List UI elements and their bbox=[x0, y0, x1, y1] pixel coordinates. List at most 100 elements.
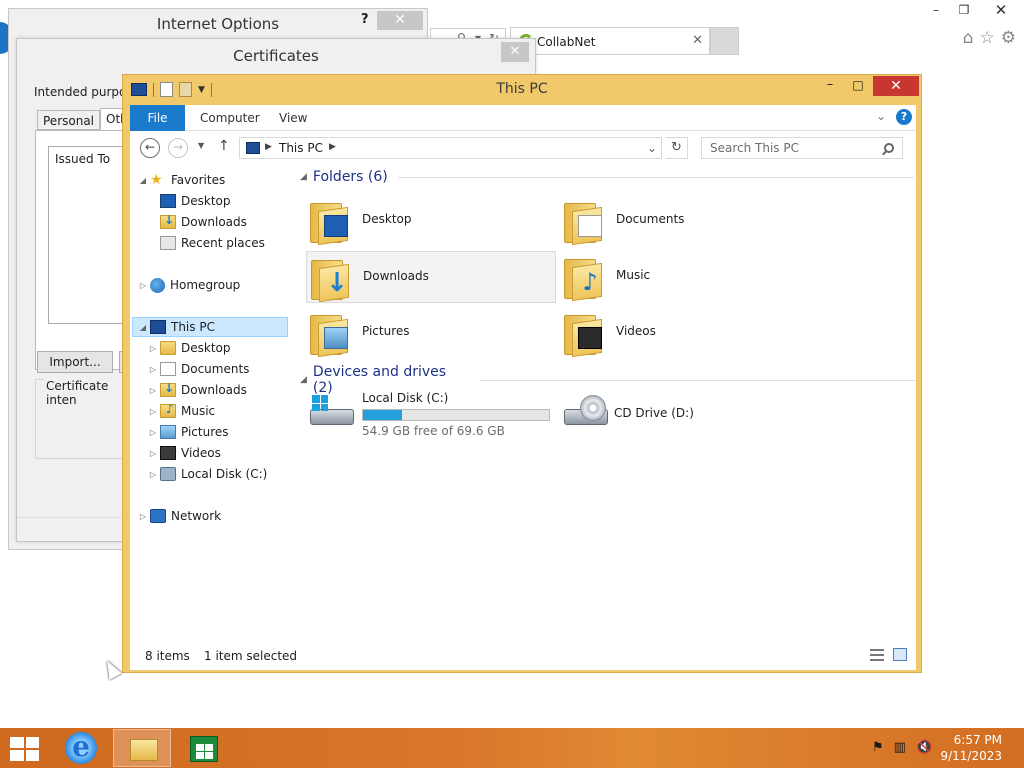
taskbar-file-explorer[interactable] bbox=[113, 729, 171, 767]
explorer-close-button[interactable]: ✕ bbox=[873, 76, 919, 96]
expand-icon[interactable]: ▷ bbox=[138, 281, 148, 290]
explorer-maximize-button[interactable]: □ bbox=[847, 78, 869, 96]
action-center-flag-icon[interactable]: ⚑ bbox=[872, 740, 884, 755]
back-button[interactable]: ← bbox=[140, 138, 160, 158]
address-dropdown-icon[interactable]: ⌄ bbox=[647, 141, 657, 155]
collapse-icon[interactable]: ◢ bbox=[138, 323, 148, 332]
clock-date: 9/11/2023 bbox=[940, 749, 1002, 763]
star-icon[interactable]: ☆ bbox=[980, 28, 995, 48]
folder-tile-documents[interactable]: Documents bbox=[560, 195, 810, 247]
home-icon[interactable]: ⌂ bbox=[963, 28, 974, 48]
help-icon[interactable]: ? bbox=[896, 109, 912, 125]
browser-close-button[interactable]: ✕ bbox=[978, 0, 1024, 20]
drive-tile-local-disk[interactable]: Local Disk (C:) 54.9 GB free of 69.6 GB bbox=[306, 389, 556, 439]
tab-close-icon[interactable]: ✕ bbox=[692, 33, 703, 48]
search-icon[interactable] bbox=[884, 143, 894, 153]
divider bbox=[17, 517, 137, 518]
collapse-icon[interactable]: ◢ bbox=[300, 172, 307, 182]
nav-item-pc-videos[interactable]: ▷ Videos bbox=[148, 443, 221, 463]
expand-icon[interactable]: ▷ bbox=[148, 386, 158, 395]
browser-restore-button[interactable]: ❐ bbox=[950, 0, 978, 20]
expand-ribbon-icon[interactable]: ⌄ bbox=[876, 109, 886, 123]
explorer-minimize-button[interactable]: – bbox=[819, 78, 841, 95]
nav-item-pc-desktop[interactable]: ▷ Desktop bbox=[148, 338, 231, 358]
browser-tab-label: CollabNet bbox=[537, 35, 596, 49]
nav-label: Music bbox=[181, 404, 216, 418]
expand-icon[interactable]: ▷ bbox=[148, 449, 158, 458]
nav-label: Desktop bbox=[181, 194, 231, 208]
folder-tile-pictures[interactable]: Pictures bbox=[306, 307, 556, 359]
volume-muted-icon[interactable]: 🔇 bbox=[916, 740, 932, 755]
refresh-button[interactable]: ↻ bbox=[666, 137, 688, 159]
nav-item-downloads[interactable]: Downloads bbox=[160, 212, 247, 232]
explorer-titlebar[interactable]: ▼ This PC – □ ✕ bbox=[123, 75, 921, 103]
nav-item-network[interactable]: ▷ Network bbox=[138, 506, 221, 526]
expand-icon[interactable]: ▷ bbox=[138, 512, 148, 521]
local-disk-icon bbox=[160, 467, 176, 481]
expand-icon[interactable]: ▷ bbox=[148, 407, 158, 416]
forward-button[interactable]: → bbox=[168, 138, 188, 158]
collapse-icon[interactable]: ◢ bbox=[138, 176, 148, 185]
nav-item-favorites[interactable]: ◢ ★ Favorites bbox=[138, 170, 225, 190]
network-icon[interactable]: ▥ bbox=[894, 740, 906, 755]
nav-label: Favorites bbox=[171, 173, 226, 187]
drive-tile-cd[interactable]: CD Drive (D:) bbox=[560, 389, 810, 439]
folder-tile-desktop[interactable]: Desktop bbox=[306, 195, 556, 247]
certificates-close-button[interactable]: ✕ bbox=[501, 42, 529, 62]
address-bar[interactable]: ▶ This PC ▶ ⌄ bbox=[239, 137, 662, 159]
drive-usage-fill bbox=[363, 410, 403, 420]
breadcrumb-this-pc[interactable]: This PC bbox=[279, 141, 323, 155]
folder-tile-music[interactable]: ♪ Music bbox=[560, 251, 810, 303]
folders-group-header[interactable]: ◢ Folders (6) bbox=[300, 169, 914, 185]
ribbon-computer-tab[interactable]: Computer bbox=[200, 111, 260, 125]
browser-window-buttons: – ❐ ✕ bbox=[922, 0, 1024, 20]
help-button[interactable]: ? bbox=[361, 12, 369, 27]
expand-icon[interactable]: ▷ bbox=[148, 344, 158, 353]
taskbar: e ⚑ ▥ 🔇 6:57 PM 9/11/2023 bbox=[0, 728, 1024, 768]
taskbar-internet-explorer[interactable]: e bbox=[52, 729, 110, 767]
nav-item-homegroup[interactable]: ▷ Homegroup bbox=[138, 275, 240, 295]
nav-item-pc-downloads[interactable]: ▷ Downloads bbox=[148, 380, 247, 400]
nav-label: Pictures bbox=[181, 425, 229, 439]
nav-item-desktop[interactable]: Desktop bbox=[160, 191, 231, 211]
up-button[interactable]: ↑ bbox=[218, 138, 230, 154]
browser-tab[interactable]: CollabNet ✕ bbox=[510, 27, 710, 55]
nav-label: Recent places bbox=[181, 236, 265, 250]
star-icon: ★ bbox=[150, 172, 163, 188]
new-tab-button[interactable] bbox=[710, 27, 739, 55]
taskbar-store[interactable] bbox=[174, 729, 232, 767]
column-issued-to[interactable]: Issued To bbox=[55, 152, 110, 166]
import-button[interactable]: Import... bbox=[37, 351, 113, 373]
nav-item-pc-pictures[interactable]: ▷ Pictures bbox=[148, 422, 229, 442]
tab-personal[interactable]: Personal bbox=[37, 110, 101, 130]
breadcrumb-separator-icon[interactable]: ▶ bbox=[265, 142, 272, 152]
internet-options-titlebar[interactable]: Internet Options ? ✕ bbox=[9, 9, 427, 39]
tiles-view-icon[interactable] bbox=[893, 648, 907, 661]
pictures-folder-icon bbox=[160, 425, 176, 439]
expand-icon[interactable]: ▷ bbox=[148, 365, 158, 374]
nav-label: Videos bbox=[181, 446, 221, 460]
ribbon-file-tab[interactable]: File bbox=[130, 105, 185, 131]
folder-tile-downloads[interactable]: ↓ Downloads bbox=[306, 251, 556, 303]
details-view-icon[interactable] bbox=[870, 649, 884, 661]
collapse-icon[interactable]: ◢ bbox=[300, 375, 307, 385]
gear-icon[interactable]: ⚙ bbox=[1001, 28, 1016, 48]
recent-locations-icon[interactable]: ▼ bbox=[198, 141, 204, 150]
ribbon-view-tab[interactable]: View bbox=[279, 111, 307, 125]
expand-icon[interactable]: ▷ bbox=[148, 428, 158, 437]
drive-label: CD Drive (D:) bbox=[614, 406, 694, 420]
nav-item-pc-documents[interactable]: ▷ Documents bbox=[148, 359, 249, 379]
breadcrumb-separator-icon[interactable]: ▶ bbox=[329, 142, 336, 152]
internet-options-close-button[interactable]: ✕ bbox=[377, 11, 423, 30]
folder-tile-videos[interactable]: Videos bbox=[560, 307, 810, 359]
search-input[interactable]: Search This PC bbox=[701, 137, 903, 159]
nav-item-this-pc[interactable]: ◢ This PC bbox=[132, 317, 288, 337]
expand-icon[interactable]: ▷ bbox=[148, 470, 158, 479]
start-button[interactable] bbox=[10, 737, 39, 761]
nav-item-recent-places[interactable]: Recent places bbox=[160, 233, 265, 253]
nav-item-pc-music[interactable]: ▷ Music bbox=[148, 401, 215, 421]
nav-item-pc-local-disk[interactable]: ▷ Local Disk (C:) bbox=[148, 464, 267, 484]
browser-minimize-button[interactable]: – bbox=[922, 0, 950, 20]
navigation-bar: ← → ▼ ↑ ▶ This PC ▶ ⌄ ↻ Search This PC bbox=[130, 131, 916, 165]
clock[interactable]: 6:57 PM 9/11/2023 bbox=[940, 732, 1002, 764]
